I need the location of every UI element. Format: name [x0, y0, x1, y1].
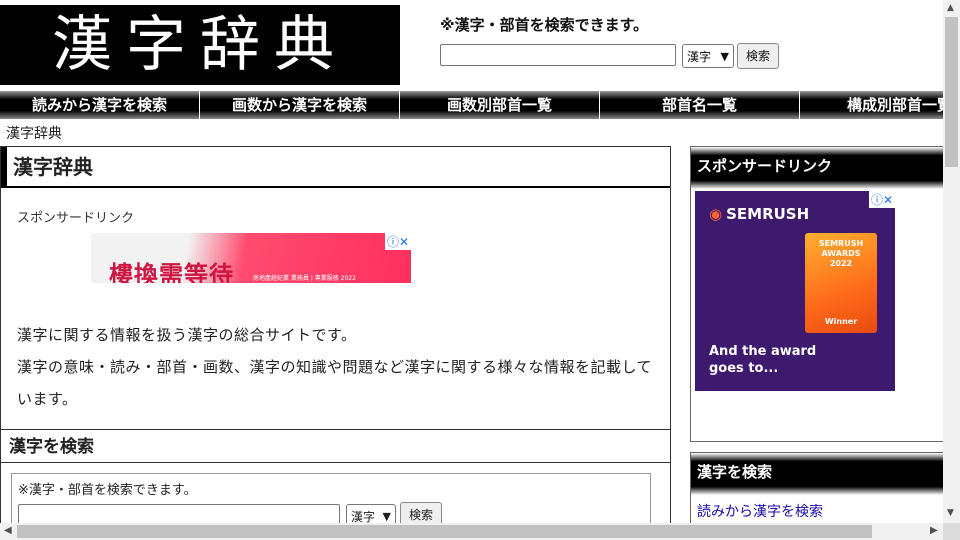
sidebar-search-title: 漢字を検索 [691, 453, 943, 495]
chevron-down-icon: ▼ [720, 49, 729, 63]
ad-tagline-line: And the award [709, 344, 817, 359]
breadcrumb[interactable]: 漢字辞典 [6, 123, 62, 143]
ad-close-icon[interactable]: ⓘ✕ [384, 233, 411, 250]
sidebar-ad[interactable]: ◉ SEMRUSH SEMRUSH AWARDS 2022 Winner And … [695, 191, 895, 391]
intro-line: 漢字に関する情報を扱う漢字の総合サイトです。 [17, 326, 357, 344]
nav-item-radical-structure[interactable]: 構成別部首一覧 [800, 91, 943, 119]
search-section-input[interactable] [18, 504, 340, 523]
ad-tagline: And the award goes to... [709, 343, 816, 377]
search-section-button[interactable]: 検索 [400, 502, 442, 523]
ad-banner[interactable]: 樓換需等待 房地產經紀業 業務員 | 專業服務 2022 ⓘ✕ [91, 233, 411, 283]
search-type-select[interactable]: 漢字 ▼ [682, 44, 734, 68]
vertical-scroll-thumb[interactable] [945, 17, 958, 167]
scroll-right-icon[interactable]: ▶ [930, 525, 938, 536]
search-type-value: 漢字 [687, 49, 712, 64]
search-section-select[interactable]: 漢字 ▼ [346, 504, 396, 523]
sidebar-search-box: 漢字を検索 読みから漢字を検索 [690, 452, 943, 523]
ad-brand-name: SEMRUSH [726, 205, 810, 223]
search-note: ※漢字・部首を検索できます。 [440, 16, 649, 34]
nav-item-strokes[interactable]: 画数から漢字を検索 [200, 91, 399, 119]
award-badge-sub: Winner [824, 317, 858, 326]
sponsor-label: スポンサードリンク [17, 211, 135, 226]
nav-item-reading[interactable]: 読みから漢字を検索 [0, 91, 199, 119]
ad-tagline-line: goes to... [709, 361, 779, 376]
intro-text: 漢字に関する情報を扱う漢字の総合サイトです。 漢字の意味・読み・部首・画数、漢字… [17, 319, 662, 415]
search-button[interactable]: 検索 [737, 43, 779, 69]
ad-close-icon[interactable]: ⓘ✕ [868, 191, 895, 208]
chevron-down-icon: ▼ [382, 509, 391, 523]
scroll-up-icon[interactable]: ▲ [947, 3, 954, 13]
page-title: 漢字辞典 [1, 147, 670, 188]
sidebar-sponsor-box: スポンサードリンク ◉ SEMRUSH SEMRUSH AWARDS 2022 W… [690, 146, 943, 442]
intro-line: 漢字の意味・読み・部首・画数、漢字の知識や問題など漢字に関する様々な情報を記載し… [17, 358, 653, 408]
horizontal-scroll-thumb[interactable] [17, 525, 872, 538]
sidebar-sponsor-title: スポンサードリンク [691, 147, 943, 189]
search-section-title: 漢字を検索 [1, 429, 670, 463]
scroll-down-icon[interactable]: ▼ [947, 508, 954, 518]
search-section-note: ※漢字・部首を検索できます。 [18, 483, 197, 498]
site-logo[interactable]: 漢字辞典 [0, 5, 400, 85]
search-section-box: ※漢字・部首を検索できます。 漢字 ▼ 検索 [11, 473, 651, 523]
main-content: 漢字辞典 スポンサードリンク 樓換需等待 房地產經紀業 業務員 | 專業服務 2… [0, 146, 671, 523]
horizontal-scrollbar[interactable]: ◀ ▶ [0, 523, 943, 540]
ad-fine-print: 房地產經紀業 業務員 | 專業服務 2022 [253, 275, 356, 282]
nav-item-radical-strokes[interactable]: 画数別部首一覧 [400, 91, 599, 119]
semrush-logo-icon: ◉ [709, 205, 723, 223]
sidebar-link-reading[interactable]: 読みから漢字を検索 [697, 501, 823, 521]
award-badge-text: SEMRUSH AWARDS 2022 [818, 239, 864, 268]
scrollbar-corner [943, 523, 960, 540]
ad-headline: 樓換需等待 [109, 261, 234, 283]
ad-brand: ◉ SEMRUSH [709, 205, 809, 223]
page-viewport: 漢字辞典 ※漢字・部首を検索できます。 漢字 ▼ 検索 読みから漢字を検索 画数… [0, 0, 943, 523]
scroll-left-icon[interactable]: ◀ [4, 525, 12, 536]
nav-item-radical-names[interactable]: 部首名一覧 [600, 91, 799, 119]
search-section-select-value: 漢字 [351, 509, 376, 524]
main-nav: 読みから漢字を検索 画数から漢字を検索 画数別部首一覧 部首名一覧 構成別部首一… [0, 91, 943, 119]
award-badge: SEMRUSH AWARDS 2022 Winner [805, 233, 877, 333]
vertical-scrollbar[interactable]: ▲ ▼ [943, 0, 960, 523]
search-input[interactable] [440, 44, 676, 66]
